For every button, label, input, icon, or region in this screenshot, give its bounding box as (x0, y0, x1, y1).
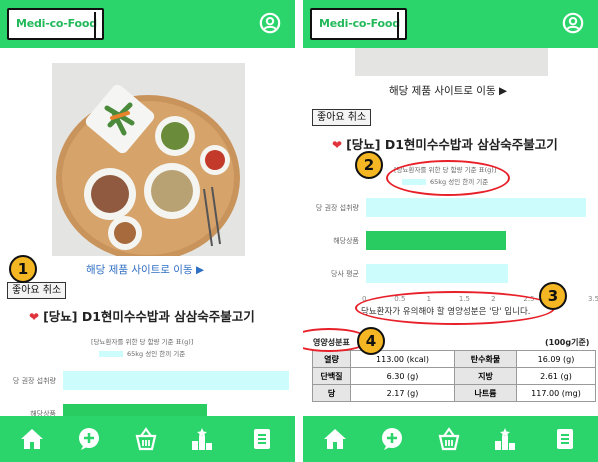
basket-icon[interactable] (134, 427, 158, 451)
legend-label: 65kg 성인 한끼 기준 (127, 350, 186, 358)
legend-swatch (99, 351, 123, 357)
category-label: 당사 평균 (331, 269, 359, 278)
nutrition-unit: (100g기준) (545, 338, 590, 347)
nutrient-name: 단백질 (312, 367, 351, 385)
nutrient-value: 6.30 (g) (350, 367, 455, 385)
category-label: 해당상품 (333, 236, 359, 245)
product-image-partial (355, 48, 548, 76)
user-profile-icon[interactable] (259, 12, 281, 34)
category-label: 당 권장 섭취량 (12, 376, 56, 385)
ranking-icon[interactable] (190, 427, 214, 451)
table-row: 열량 113.00 (kcal) 탄수화물 16.09 (g) (312, 350, 596, 368)
heart-icon: ❤ (332, 138, 343, 152)
product-image (52, 63, 245, 256)
product-title-text: [당뇨] D1현미수수밥과 삼삼숙주불고기 (346, 137, 558, 152)
bar-0 (63, 371, 290, 390)
table-row: 당 2.17 (g) 나트륨 117.00 (mg) (312, 384, 596, 402)
heart-icon: ❤ (29, 310, 40, 324)
chat-plus-icon[interactable] (380, 427, 404, 451)
user-profile-icon[interactable] (562, 12, 584, 34)
bar-0 (366, 198, 586, 217)
nutrient-value: 16.09 (g) (516, 350, 596, 368)
unlike-button[interactable]: 좋아요 취소 (7, 282, 67, 299)
basket-icon[interactable] (437, 427, 461, 451)
nutrient-name: 당 (312, 384, 351, 402)
nutrient-name: 열량 (312, 350, 351, 368)
logo-text: Medi-co-Food (16, 17, 97, 30)
ranking-icon[interactable] (493, 427, 517, 451)
unlike-button[interactable]: 좋아요 취소 (312, 109, 372, 126)
nutrient-value: 2.17 (g) (350, 384, 455, 402)
chart-legend: 65kg 성인 한끼 기준 (99, 348, 185, 358)
highlight-ring-tip (355, 291, 555, 325)
app-header: Medi-co-Food (303, 0, 598, 48)
left-screen: Medi-co-Food 해당 제품 사이트로 이동 ▶ 좋아요 취소 ❤ [당뇨… (0, 0, 295, 462)
nutrient-value: 117.00 (mg) (516, 384, 596, 402)
home-icon[interactable] (323, 427, 347, 451)
chat-plus-icon[interactable] (77, 427, 101, 451)
highlight-ring-chart-title (386, 160, 510, 196)
badge-3: 3 (539, 282, 567, 310)
badge-4: 4 (357, 327, 385, 355)
app-logo[interactable]: Medi-co-Food (7, 8, 104, 40)
bottom-navigation (303, 416, 598, 462)
nutrition-table: 열량 113.00 (kcal) 탄수화물 16.09 (g) 단백질 6.30… (312, 350, 596, 402)
meal-photo-svg (56, 84, 240, 256)
notebook-icon[interactable] (553, 427, 577, 451)
bar-1 (366, 231, 507, 250)
product-title-text: [당뇨] D1현미수수밥과 삼삼숙주불고기 (43, 309, 255, 324)
chart-title: [당뇨환자를 위한 당 함량 기준 표(g)] (91, 338, 194, 346)
product-title: ❤ [당뇨] D1현미수수밥과 삼삼숙주불고기 (29, 306, 255, 325)
nutrient-value: 2.61 (g) (516, 367, 596, 385)
bar-2 (366, 264, 509, 283)
notebook-icon[interactable] (250, 427, 274, 451)
category-label: 당 권장 섭취량 (315, 203, 359, 212)
badge-2: 2 (355, 151, 383, 179)
table-row: 단백질 6.30 (g) 지방 2.61 (g) (312, 367, 596, 385)
nutrient-name: 지방 (454, 367, 517, 385)
badge-1: 1 (9, 255, 37, 283)
home-icon[interactable] (20, 427, 44, 451)
app-logo[interactable]: Medi-co-Food (310, 8, 407, 40)
x-tick-label: 3.5 (588, 295, 598, 303)
bottom-navigation (0, 416, 295, 462)
nutrient-name: 나트륨 (454, 384, 517, 402)
product-site-link[interactable]: 해당 제품 사이트로 이동 ▶ (389, 83, 507, 98)
product-title: ❤ [당뇨] D1현미수수밥과 삼삼숙주불고기 (332, 134, 558, 153)
right-screen: Medi-co-Food 해당 제품 사이트로 이동 ▶ 좋아요 취소 ❤ [당뇨… (303, 0, 598, 462)
nutrient-name: 탄수화물 (454, 350, 517, 368)
app-header: Medi-co-Food (0, 0, 295, 48)
logo-text: Medi-co-Food (319, 17, 400, 30)
product-site-link[interactable]: 해당 제품 사이트로 이동 ▶ (86, 262, 204, 277)
